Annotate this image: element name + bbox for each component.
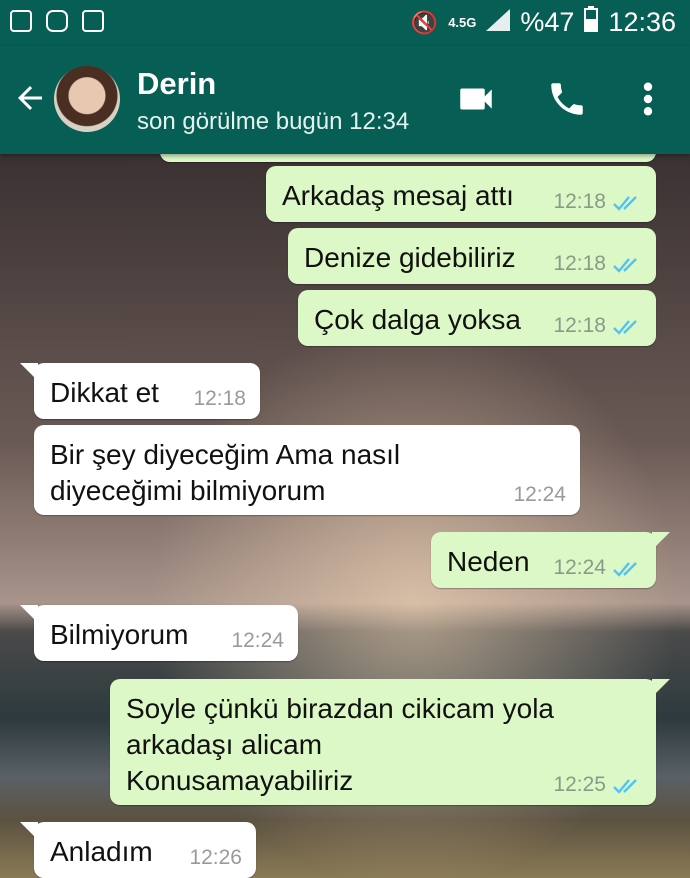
status-bar: 🔇 4.5G %47 12:36 [0,0,690,46]
read-receipt-icon [613,562,637,577]
message-text: Neden [447,546,530,577]
network-type: 4.5G [448,14,477,30]
video-call-icon[interactable] [455,78,497,125]
message-incoming[interactable]: Dikkat et 12:18 [20,363,260,419]
chat-header: Derin son görülme bugün 12:34 [0,46,690,154]
message-time: 12:18 [553,252,606,275]
contact-name[interactable]: Derin [137,66,216,102]
instagram-icon [46,10,68,32]
message-incoming[interactable]: Bilmiyorum 12:24 [20,605,298,661]
message-text: Anladım [50,836,153,867]
message-time: 12:24 [553,556,606,579]
read-receipt-icon [613,320,637,335]
message-text: Soyle çünkü birazdan cikicam yola arkada… [126,693,554,796]
more-vert-icon[interactable] [638,78,658,125]
message-text: Bilmiyorum [50,619,189,650]
message-text: Bir şey diyeceğim Ama nasıl diyeceğimi b… [50,439,401,506]
message-time: 12:18 [193,387,246,410]
chat-area[interactable]: Arkadaş mesaj attı 12:18 Denize gidebili… [0,154,690,878]
message-text: Arkadaş mesaj attı [282,180,514,211]
signal-icon [486,7,511,38]
message-outgoing[interactable]: Arkadaş mesaj attı 12:18 [266,166,656,222]
battery-percent: %47 [520,7,575,37]
battery-icon [584,6,599,39]
message-text: Denize gidebiliriz [304,242,516,273]
message-outgoing[interactable]: Soyle çünkü birazdan cikicam yola arkada… [110,679,670,805]
message-time: 12:26 [189,846,242,869]
message-partial[interactable] [160,154,656,162]
message-time: 12:18 [553,190,606,213]
message-outgoing[interactable]: Denize gidebiliriz 12:18 [288,228,656,284]
message-text: Dikkat et [50,377,159,408]
message-incoming[interactable]: Anladım 12:26 [20,822,256,878]
clock: 12:36 [608,7,676,37]
message-text: Çok dalga yoksa [314,304,522,335]
last-seen: son görülme bugün 12:34 [137,108,410,135]
read-receipt-icon [613,779,637,794]
read-receipt-icon [613,258,637,273]
message-outgoing[interactable]: Neden 12:24 [431,532,670,588]
back-arrow-icon[interactable] [12,80,48,123]
phone-icon[interactable] [546,78,588,125]
message-time: 12:24 [513,483,566,506]
screen-timer-icon [82,10,104,32]
gallery-icon [10,10,32,32]
message-outgoing[interactable]: Çok dalga yoksa 12:18 [298,290,656,346]
read-receipt-icon [613,196,637,211]
message-time: 12:25 [553,773,606,796]
contact-avatar[interactable] [54,66,120,132]
message-time: 12:18 [553,314,606,337]
mute-icon: 🔇 [410,9,439,35]
message-incoming[interactable]: Bir şey diyeceğim Ama nasıl diyeceğimi b… [34,425,580,515]
message-time: 12:24 [231,629,284,652]
